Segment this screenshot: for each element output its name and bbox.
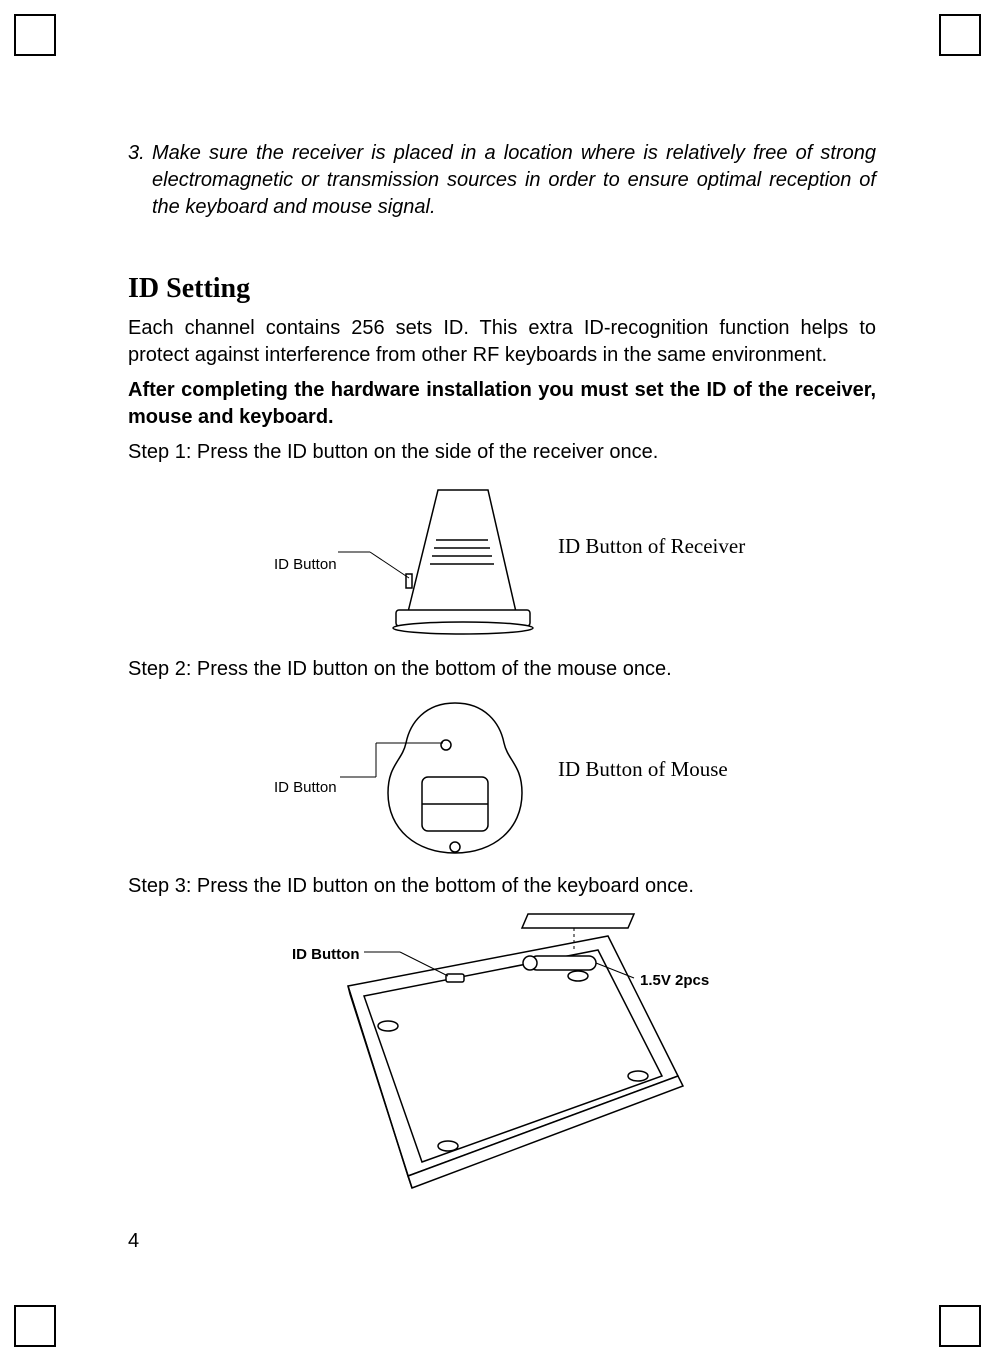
receiver-label: ID Button <box>274 556 337 573</box>
note-text: Make sure the receiver is placed in a lo… <box>152 140 876 221</box>
bold-paragraph: After completing the hardware installati… <box>128 377 876 431</box>
step-1: Step 1: Press the ID button on the side … <box>128 439 876 466</box>
crop-mark-icon <box>14 14 56 56</box>
mouse-label: ID Button <box>274 779 337 796</box>
section-heading: ID Setting <box>128 273 876 305</box>
page: 3. Make sure the receiver is placed in a… <box>0 0 995 1361</box>
step-2: Step 2: Press the ID button on the botto… <box>128 656 876 683</box>
figure-receiver: ID Button ID Button of Receiver <box>128 472 876 652</box>
receiver-icon <box>128 472 876 652</box>
crop-mark-icon <box>939 1305 981 1347</box>
crop-mark-icon <box>14 1305 56 1347</box>
step-3: Step 3: Press the ID button on the botto… <box>128 873 876 900</box>
receiver-caption: ID Button of Receiver <box>558 534 745 559</box>
keyboard-id-label: ID Button <box>292 946 359 963</box>
figure-keyboard: ID Button 1.5V 2pcs <box>128 906 876 1196</box>
keyboard-icon <box>128 906 876 1196</box>
crop-mark-icon <box>939 14 981 56</box>
intro-paragraph: Each channel contains 256 sets ID. This … <box>128 315 876 369</box>
note-number: 3. <box>128 140 152 167</box>
keyboard-battery-label: 1.5V 2pcs <box>640 972 709 989</box>
mouse-icon <box>128 689 876 869</box>
mouse-caption: ID Button of Mouse <box>558 757 728 782</box>
note-item: 3. Make sure the receiver is placed in a… <box>128 140 876 221</box>
figure-mouse: ID Button ID Button of Mouse <box>128 689 876 869</box>
page-number: 4 <box>128 1230 139 1253</box>
content-area: 3. Make sure the receiver is placed in a… <box>128 140 876 1196</box>
